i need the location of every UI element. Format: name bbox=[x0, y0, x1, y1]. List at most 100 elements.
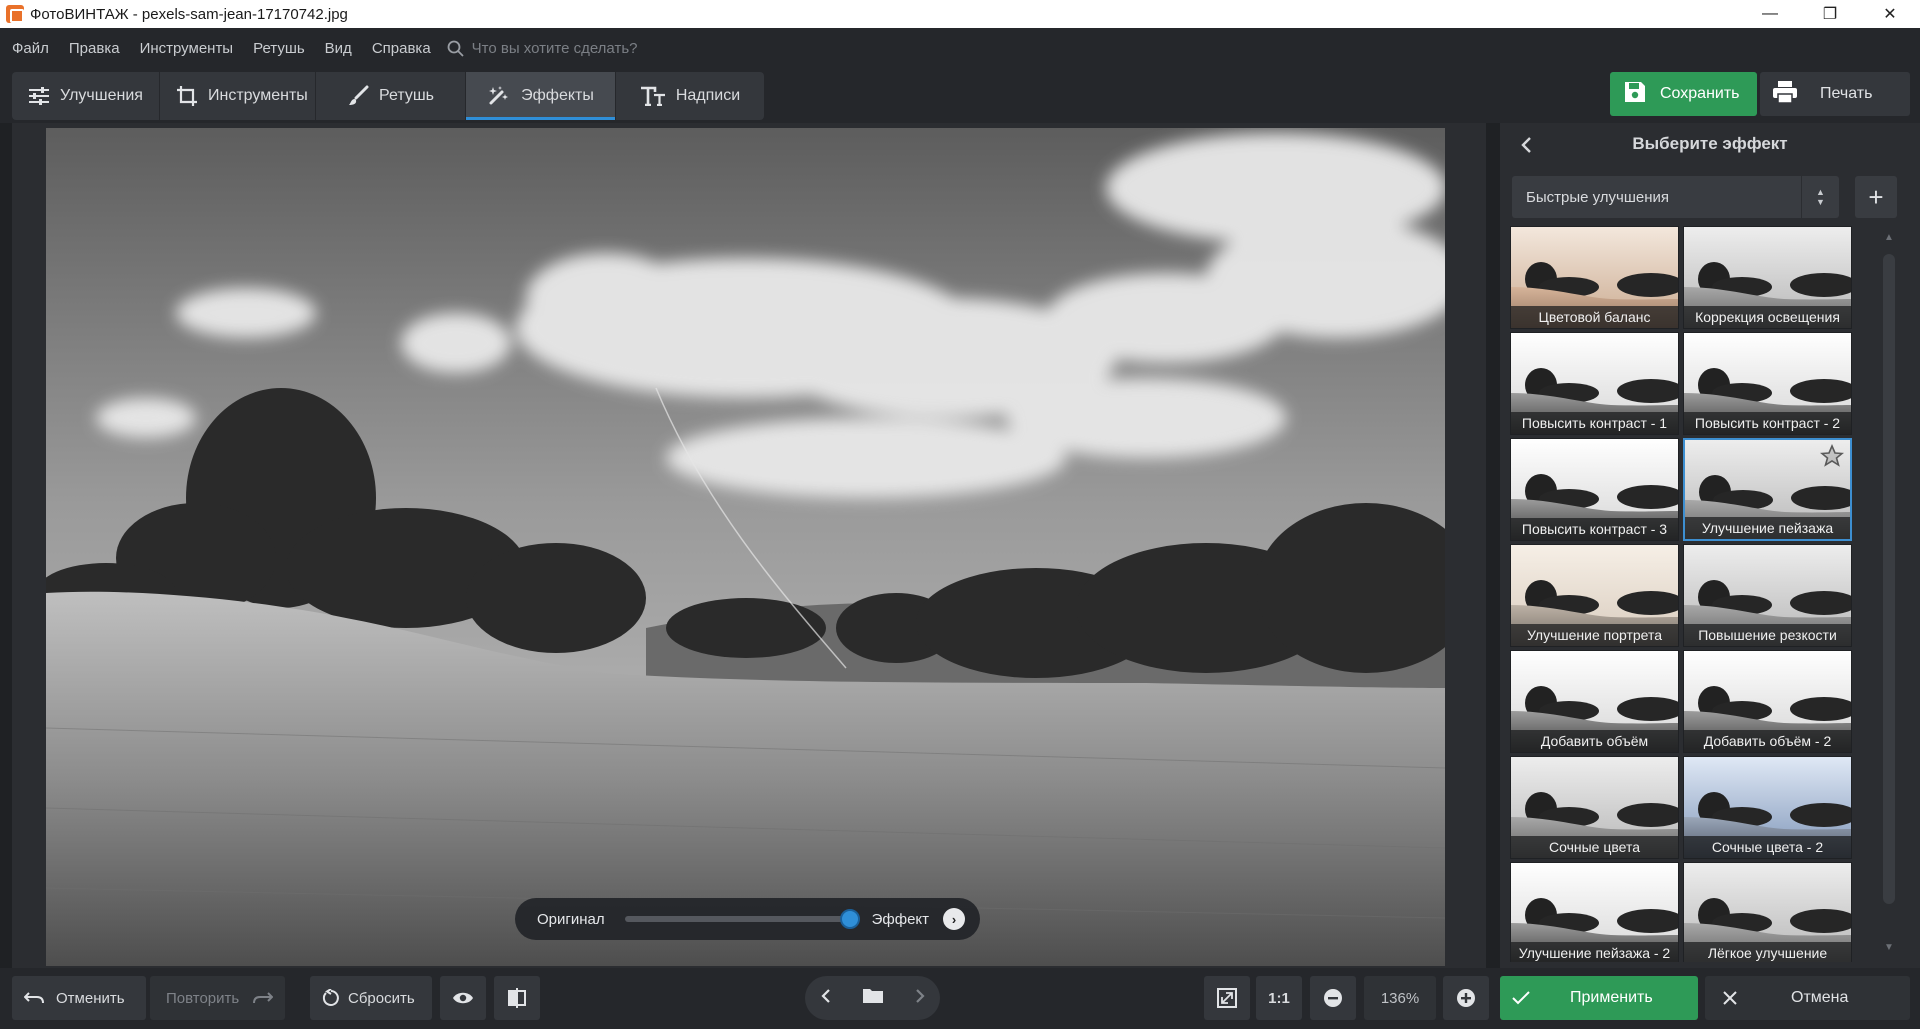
zoom-in-button[interactable] bbox=[1443, 976, 1489, 1020]
close-window-button[interactable]: ✕ bbox=[1860, 0, 1920, 28]
effect-label: Улучшение пейзажа bbox=[1685, 517, 1850, 539]
open-folder-button[interactable] bbox=[862, 987, 884, 1010]
folder-icon bbox=[862, 988, 883, 1003]
file-navigation bbox=[805, 976, 940, 1020]
magic-wand-icon bbox=[487, 85, 511, 107]
print-label: Печать bbox=[1820, 85, 1873, 102]
compare-track[interactable] bbox=[624, 909, 860, 929]
save-icon bbox=[1624, 81, 1646, 108]
effect-thumbnail[interactable]: Улучшение портрета bbox=[1510, 544, 1679, 647]
split-view-button[interactable] bbox=[494, 976, 540, 1020]
compare-split-icon bbox=[507, 988, 527, 1008]
effect-thumbnail[interactable]: Сочные цвета - 2 bbox=[1683, 756, 1852, 859]
redo-label: Повторить bbox=[166, 989, 240, 1007]
effect-thumbnail[interactable]: Добавить объём - 2 bbox=[1683, 650, 1852, 753]
tab-tools[interactable]: Инструменты bbox=[160, 72, 316, 120]
category-select[interactable]: Быстрые улучшения ▲ ▼ bbox=[1512, 176, 1839, 218]
tab-enhancements-label: Улучшения bbox=[60, 87, 143, 104]
updown-caret-icon: ▲ ▼ bbox=[1801, 176, 1839, 218]
menu-view[interactable]: Вид bbox=[317, 40, 360, 57]
sliders-icon bbox=[28, 86, 50, 106]
reset-button[interactable]: Сбросить bbox=[310, 976, 432, 1020]
panel-title: Выберите эффект bbox=[1632, 134, 1788, 153]
reset-icon bbox=[322, 989, 340, 1007]
effect-thumbnail[interactable]: Повысить контраст - 3 bbox=[1510, 438, 1679, 541]
printer-icon bbox=[1772, 80, 1798, 109]
apply-label: Применить bbox=[1570, 989, 1653, 1006]
redo-icon bbox=[253, 991, 274, 1005]
tab-retouch[interactable]: Ретушь bbox=[316, 72, 466, 120]
compare-slider: Оригинал Эффект › bbox=[515, 898, 980, 940]
undo-label: Отменить bbox=[56, 989, 125, 1007]
tab-retouch-label: Ретушь bbox=[378, 87, 434, 104]
effect-thumbnail[interactable]: Повысить контраст - 1 bbox=[1510, 332, 1679, 435]
menu-file[interactable]: Файл bbox=[4, 40, 57, 57]
effect-label: Сочные цвета - 2 bbox=[1684, 836, 1851, 858]
effect-thumbnail[interactable]: Сочные цвета bbox=[1510, 756, 1679, 859]
prev-image-button[interactable] bbox=[820, 988, 831, 1009]
undo-button[interactable]: Отменить bbox=[12, 976, 146, 1020]
effect-thumbnail[interactable]: Коррекция освещения bbox=[1683, 226, 1852, 329]
fit-screen-icon bbox=[1217, 988, 1237, 1008]
effect-thumbnail[interactable]: Улучшение пейзажа bbox=[1683, 438, 1852, 541]
menu-edit[interactable]: Правка bbox=[61, 40, 128, 57]
maximize-button[interactable]: ❐ bbox=[1800, 0, 1860, 28]
save-button[interactable]: Сохранить bbox=[1610, 72, 1757, 116]
effects-scrollbar[interactable]: ▲ ▼ bbox=[1878, 226, 1900, 962]
photo-preview[interactable] bbox=[46, 128, 1445, 966]
next-image-button[interactable] bbox=[915, 988, 925, 1009]
effect-thumbnail[interactable]: Лёгкое улучшение bbox=[1683, 862, 1852, 962]
command-search[interactable]: Что вы хотите сделать? bbox=[447, 39, 638, 57]
effect-thumbnail[interactable]: Добавить объём bbox=[1510, 650, 1679, 753]
menu-help[interactable]: Справка bbox=[364, 40, 439, 57]
effect-thumbnail[interactable]: Цветовой баланс bbox=[1510, 226, 1679, 329]
zoom-level: 136% bbox=[1364, 976, 1436, 1020]
compare-handle[interactable] bbox=[839, 909, 860, 929]
chevron-left-icon bbox=[820, 988, 830, 1003]
preview-toggle-button[interactable] bbox=[440, 976, 486, 1020]
scroll-down-icon[interactable]: ▼ bbox=[1882, 942, 1896, 956]
tab-tools-label: Инструменты bbox=[208, 87, 308, 104]
cancel-label: Отмена bbox=[1791, 989, 1849, 1006]
menu-tools[interactable]: Инструменты bbox=[132, 40, 242, 57]
tab-enhancements[interactable]: Улучшения bbox=[12, 72, 160, 120]
command-search-placeholder: Что вы хотите сделать? bbox=[471, 39, 638, 57]
effect-thumbnail[interactable]: Улучшение пейзажа - 2 bbox=[1510, 862, 1679, 962]
minimize-button[interactable]: — bbox=[1740, 0, 1800, 28]
effect-thumbnail[interactable]: Повышение резкости bbox=[1683, 544, 1852, 647]
zoom-out-icon bbox=[1323, 988, 1343, 1008]
close-icon bbox=[1723, 991, 1737, 1005]
menu-retouch[interactable]: Ретушь bbox=[245, 40, 313, 57]
eye-icon bbox=[452, 991, 474, 1005]
effect-thumbnail[interactable]: Повысить контраст - 2 bbox=[1683, 332, 1852, 435]
effect-label: Сочные цвета bbox=[1511, 836, 1678, 858]
main-toolbar: Улучшения Инструменты Ретушь Эффекты Над… bbox=[0, 68, 1920, 123]
undo-icon bbox=[24, 991, 44, 1005]
next-arrow-icon[interactable]: › bbox=[943, 908, 966, 930]
tab-text[interactable]: Надписи bbox=[616, 72, 764, 120]
original-label: Оригинал bbox=[537, 910, 605, 928]
add-effect-button[interactable]: + bbox=[1855, 176, 1897, 218]
effect-label: Добавить объём - 2 bbox=[1684, 730, 1851, 752]
chevron-left-icon bbox=[1521, 137, 1531, 153]
cancel-button[interactable]: Отмена bbox=[1705, 976, 1910, 1020]
tab-effects[interactable]: Эффекты bbox=[466, 72, 616, 120]
print-button[interactable]: Печать bbox=[1760, 72, 1910, 116]
scroll-up-icon[interactable]: ▲ bbox=[1882, 232, 1896, 246]
favorite-star-icon[interactable] bbox=[1820, 444, 1844, 468]
save-label: Сохранить bbox=[1660, 85, 1740, 102]
effects-panel: Выберите эффект Быстрые улучшения ▲ ▼ + Ц… bbox=[1500, 123, 1920, 968]
zoom-actual-size-button[interactable]: 1:1 bbox=[1256, 976, 1302, 1020]
tab-text-label: Надписи bbox=[675, 87, 741, 104]
landscape-photo bbox=[46, 128, 1445, 966]
redo-button[interactable]: Повторить bbox=[150, 976, 285, 1020]
scrollbar-thumb[interactable] bbox=[1883, 254, 1895, 904]
apply-button[interactable]: Применить bbox=[1500, 976, 1698, 1020]
app-logo-icon bbox=[6, 5, 24, 23]
zoom-out-button[interactable] bbox=[1310, 976, 1356, 1020]
effect-label: Повысить контраст - 1 bbox=[1511, 412, 1678, 434]
fit-to-screen-button[interactable] bbox=[1204, 976, 1250, 1020]
back-button[interactable] bbox=[1512, 131, 1540, 159]
menu-bar: Файл Правка Инструменты Ретушь Вид Справ… bbox=[0, 28, 1920, 68]
effect-label: Лёгкое улучшение bbox=[1684, 942, 1851, 962]
